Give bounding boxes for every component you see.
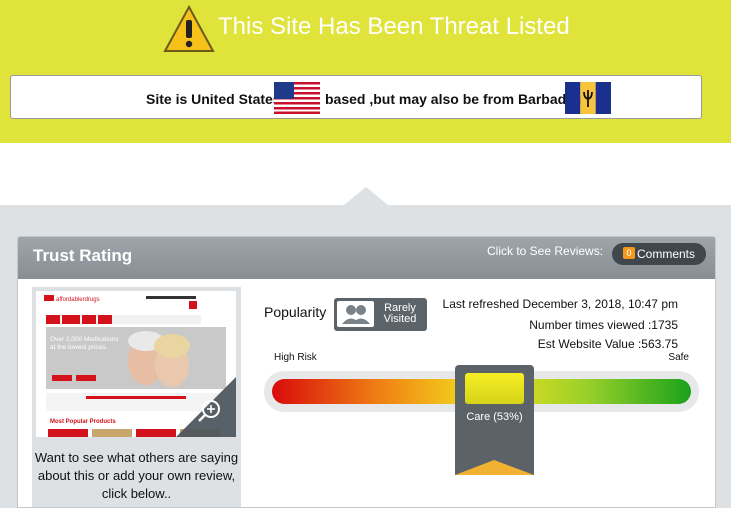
popularity-badge: Rarely Visited <box>334 298 427 331</box>
popularity-value: Rarely Visited <box>376 303 424 325</box>
origin-text-primary: Site is United States <box>146 91 281 107</box>
safe-label: Safe <box>668 352 689 363</box>
marker-foot <box>455 460 534 475</box>
high-risk-label: High Risk <box>274 352 317 363</box>
panel-title: Trust Rating <box>33 246 133 265</box>
site-thumbnail[interactable]: affordablerdrugs Over 2,000 Medications … <box>36 291 236 437</box>
comments-label: Comments <box>637 247 696 261</box>
svg-text:Over 2,000 Medications: Over 2,000 Medications <box>50 336 119 343</box>
threat-banner: This Site Has Been Threat Listed Site is… <box>0 0 731 143</box>
rating-color-swatch <box>465 373 524 404</box>
site-screenshot-image: affordablerdrugs Over 2,000 Medications … <box>36 291 236 437</box>
panel-header: Trust Rating Click to See Reviews: 0 Com… <box>18 237 715 279</box>
svg-text:at the lowest prices.: at the lowest prices. <box>50 344 108 351</box>
review-prompt: Want to see what others are saying about… <box>34 450 239 501</box>
thumb-logo: affordablerdrugs <box>56 297 100 303</box>
site-origin-box: Site is United States based ,but may als… <box>10 75 702 119</box>
warning-icon <box>163 5 215 52</box>
origin-text-secondary: based ,but may also be from Barbados <box>325 91 583 107</box>
comments-button[interactable]: 0 Comments <box>612 243 706 265</box>
barbados-flag-icon <box>565 82 611 114</box>
reviews-label: Click to See Reviews: <box>487 244 604 258</box>
times-viewed: Number times viewed :1735 <box>529 318 678 332</box>
panel-pointer <box>344 187 388 205</box>
popularity-value-line2: Visited <box>383 313 417 325</box>
site-preview-column: affordablerdrugs Over 2,000 Medications … <box>32 287 241 507</box>
last-refreshed: Last refreshed December 3, 2018, 10:47 p… <box>442 297 678 311</box>
banner-title: This Site Has Been Threat Listed <box>218 13 570 40</box>
popularity-label: Popularity <box>264 304 327 320</box>
thumb-section: Most Popular Products <box>50 419 116 425</box>
trust-meter-marker: Care (53%) <box>455 365 534 475</box>
united-states-flag-icon <box>274 82 320 114</box>
trust-rating-panel: Trust Rating Click to See Reviews: 0 Com… <box>17 236 716 508</box>
comments-count-badge: 0 <box>623 247 635 259</box>
rating-label: Care (53%) <box>466 411 523 423</box>
est-website-value: Est Website Value :563.75 <box>537 337 678 351</box>
users-icon <box>337 301 374 327</box>
